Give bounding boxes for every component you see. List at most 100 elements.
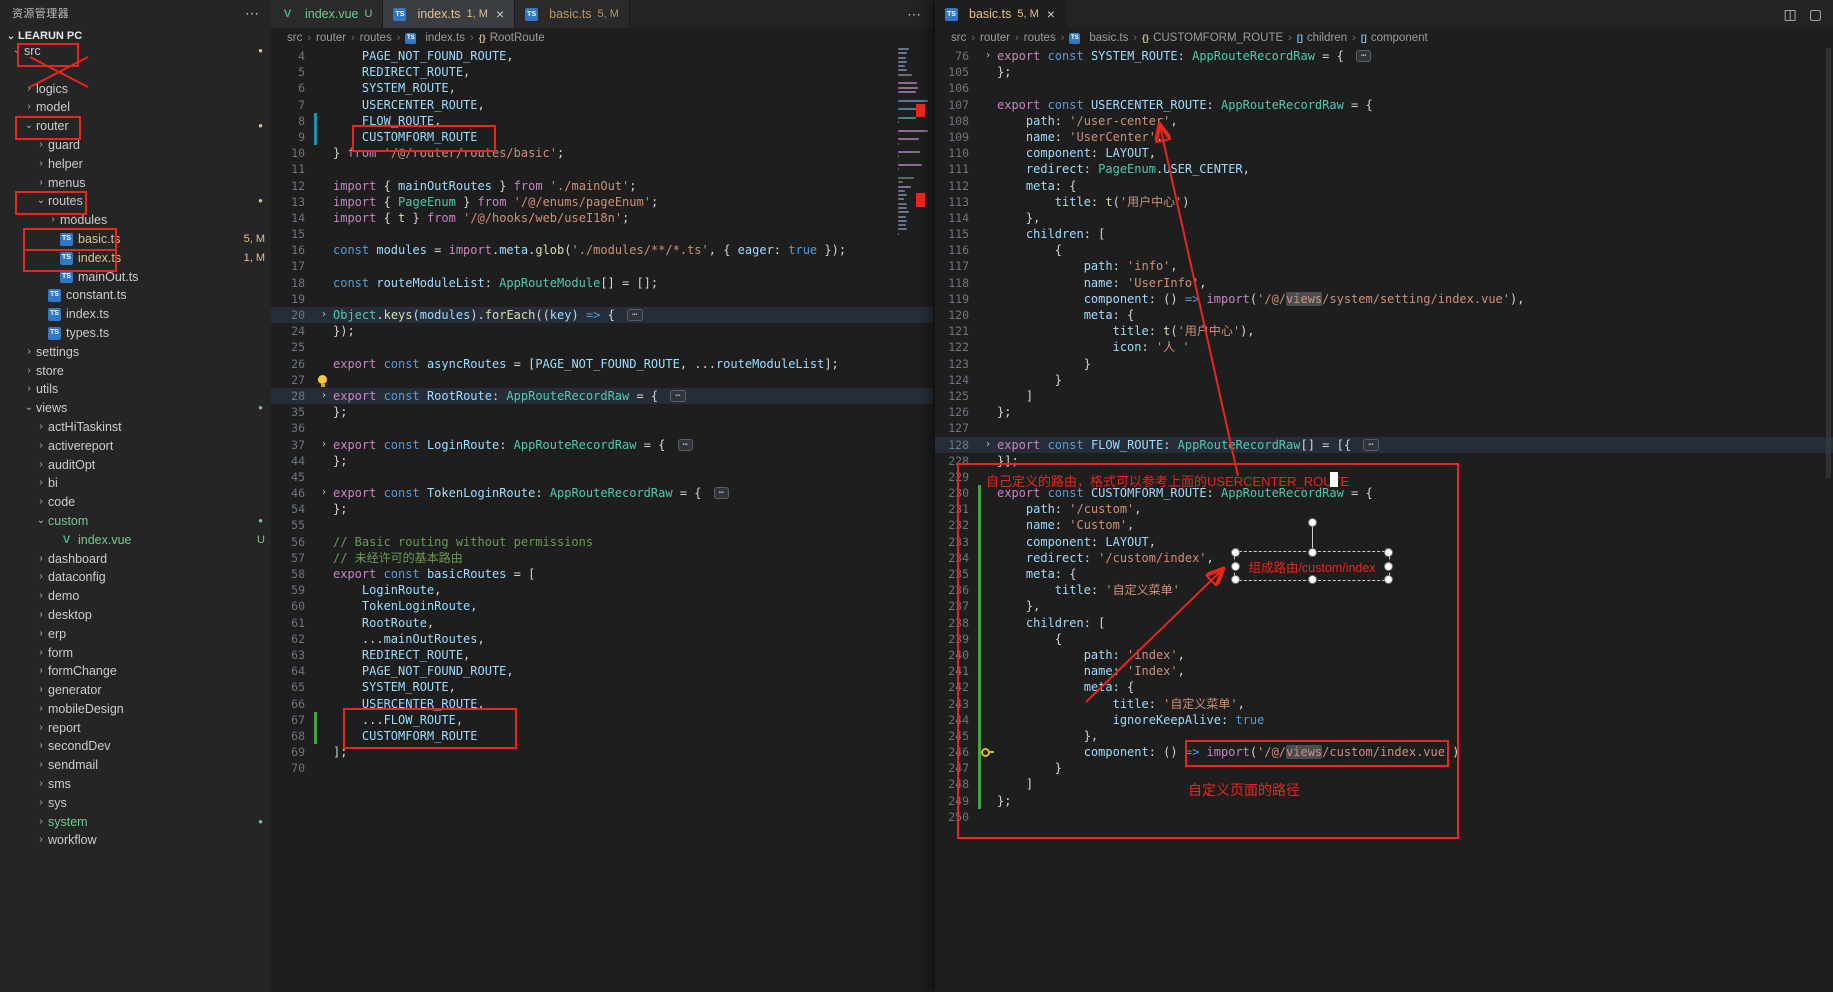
folder-chevron-icon[interactable]: › [34,136,48,155]
folder-chevron-icon[interactable]: › [22,380,36,399]
code-line-244[interactable]: 244 ignoreKeepAlive: true [935,712,1833,728]
folder-chevron-icon[interactable]: › [34,681,48,700]
code-line-64[interactable]: 64 PAGE_NOT_FOUND_ROUTE, [271,663,933,679]
code-line-106[interactable]: 106 [935,80,1833,96]
annotation-textbox[interactable]: 组成路由/custom/index [1234,551,1390,581]
code-line-110[interactable]: 110 component: LAYOUT, [935,145,1833,161]
code-line-36[interactable]: 36 [271,420,933,436]
folder-chevron-icon[interactable]: › [34,719,48,738]
tree-item-bi[interactable]: ›bi [0,474,271,493]
code-line-12[interactable]: 12import { mainOutRoutes } from './mainO… [271,178,933,194]
breadcrumb-item-component[interactable]: []component [1361,32,1428,44]
selection-handle[interactable] [1231,575,1240,584]
tree-item-index.ts[interactable]: TSindex.ts1, M [0,249,271,268]
tree-item-logics[interactable]: ›logics [0,80,271,99]
code-line-44[interactable]: 44}; [271,453,933,469]
folder-chevron-icon[interactable]: › [22,362,36,381]
breadcrumb-item-src[interactable]: src [287,32,302,44]
code-line-238[interactable]: 238 children: [ [935,615,1833,631]
code-line-28[interactable]: 28›export const RootRoute: AppRouteRecor… [271,388,933,404]
code-line-118[interactable]: 118 name: 'UserInfo', [935,275,1833,291]
folder-chevron-icon[interactable]: › [34,568,48,587]
code-line-76[interactable]: 76›export const SYSTEM_ROUTE: AppRouteRe… [935,48,1833,64]
breadcrumb-item-router[interactable]: router [980,32,1010,44]
breadcrumb-item-routes[interactable]: routes [1024,32,1056,44]
code-line-113[interactable]: 113 title: t('用户中心') [935,194,1833,210]
folder-chevron-icon[interactable]: › [34,550,48,569]
folder-chevron-icon[interactable]: ⌄ [10,42,24,61]
code-line-18[interactable]: 18const routeModuleList: AppRouteModule[… [271,275,933,291]
fold-chevron-icon[interactable]: › [317,485,331,501]
breadcrumb-item-children[interactable]: []children [1297,32,1347,44]
code-line-241[interactable]: 241 name: 'Index', [935,663,1833,679]
more-actions-icon[interactable]: ⋯ [907,6,921,23]
code-line-247[interactable]: 247 } [935,760,1833,776]
code-line-228[interactable]: 228}]; [935,453,1833,469]
code-line-243[interactable]: 243 title: '自定义菜单', [935,696,1833,712]
code-line-56[interactable]: 56// Basic routing without permissions [271,534,933,550]
code-line-16[interactable]: 16const modules = import.meta.glob('./mo… [271,242,933,258]
tree-item-form[interactable]: ›form [0,644,271,663]
folder-chevron-icon[interactable]: › [34,155,48,174]
folder-chevron-icon[interactable]: › [34,493,48,512]
folder-chevron-icon[interactable]: › [34,418,48,437]
breadcrumb-item-CUSTOMFORM_ROUTE[interactable]: {}CUSTOMFORM_ROUTE [1142,32,1283,44]
tree-item-utils[interactable]: ›utils [0,380,271,399]
code-line-111[interactable]: 111 redirect: PageEnum.USER_CENTER, [935,161,1833,177]
code-line-65[interactable]: 65 SYSTEM_ROUTE, [271,679,933,695]
selection-handle[interactable] [1308,548,1317,557]
code-line-63[interactable]: 63 REDIRECT_ROUTE, [271,647,933,663]
code-line-233[interactable]: 233 component: LAYOUT, [935,534,1833,550]
code-line-66[interactable]: 66 USERCENTER_ROUTE, [271,696,933,712]
folder-chevron-icon[interactable]: › [22,80,36,99]
tab-basic.ts[interactable]: TSbasic.ts5, M [515,0,630,28]
code-line-250[interactable]: 250 [935,809,1833,825]
code-line-58[interactable]: 58export const basicRoutes = [ [271,566,933,582]
code-line-112[interactable]: 112 meta: { [935,178,1833,194]
tree-item-auditOpt[interactable]: ›auditOpt [0,456,271,475]
folder-chevron-icon[interactable]: › [34,474,48,493]
tree-item-activereport[interactable]: ›activereport [0,437,271,456]
code-editor-basic-ts[interactable]: 76›export const SYSTEM_ROUTE: AppRouteRe… [935,48,1833,992]
code-line-117[interactable]: 117 path: 'info', [935,258,1833,274]
breadcrumb-item-router[interactable]: router [316,32,346,44]
folder-chevron-icon[interactable]: › [34,606,48,625]
folder-chevron-icon[interactable]: › [34,644,48,663]
tree-item-constant.ts[interactable]: TSconstant.ts [0,286,271,305]
code-line-62[interactable]: 62 ...mainOutRoutes, [271,631,933,647]
code-line-57[interactable]: 57// 未经许可的基本路由 [271,550,933,566]
selection-handle[interactable] [1384,548,1393,557]
code-line-237[interactable]: 237 }, [935,598,1833,614]
code-line-239[interactable]: 239 { [935,631,1833,647]
tree-item-mainOut.ts[interactable]: TSmainOut.ts [0,268,271,287]
folder-chevron-icon[interactable]: › [34,831,48,850]
code-line-69[interactable]: 69]; [271,744,933,760]
code-line-67[interactable]: 67 ...FLOW_ROUTE, [271,712,933,728]
code-line-26[interactable]: 26export const asyncRoutes = [PAGE_NOT_F… [271,356,933,372]
fold-chevron-icon[interactable]: › [317,437,331,453]
editor-layout-icon[interactable]: ▢ [1809,6,1822,23]
scrollbar-thumb[interactable] [1826,48,1831,478]
tree-item-index.ts[interactable]: TSindex.ts [0,305,271,324]
code-line-122[interactable]: 122 icon: '人 ' [935,339,1833,355]
code-line-123[interactable]: 123 } [935,356,1833,372]
tree-item-settings[interactable]: ›settings [0,343,271,362]
folded-code-ellipsis[interactable]: ⋯ [714,487,729,499]
tree-item-demo[interactable]: ›demo [0,587,271,606]
folder-chevron-icon[interactable]: ⌄ [34,512,48,531]
code-line-246[interactable]: 246 component: () => import('/@/views/cu… [935,744,1833,760]
code-line-6[interactable]: 6 SYSTEM_ROUTE, [271,80,933,96]
code-line-8[interactable]: 8 FLOW_ROUTE, [271,113,933,129]
code-line-46[interactable]: 46›export const TokenLoginRoute: AppRout… [271,485,933,501]
tree-item-workflow[interactable]: ›workflow [0,831,271,850]
tree-item-erp[interactable]: ›erp [0,625,271,644]
tree-item-views[interactable]: ⌄views● [0,399,271,418]
selection-handle[interactable] [1231,562,1240,571]
tree-item-report[interactable]: ›report [0,719,271,738]
code-line-54[interactable]: 54}; [271,501,933,517]
fold-chevron-icon[interactable]: › [317,388,331,404]
folded-code-ellipsis[interactable]: ⋯ [670,390,685,402]
code-line-114[interactable]: 114 }, [935,210,1833,226]
tab-index.vue[interactable]: Vindex.vueU [271,0,383,28]
code-line-245[interactable]: 245 }, [935,728,1833,744]
